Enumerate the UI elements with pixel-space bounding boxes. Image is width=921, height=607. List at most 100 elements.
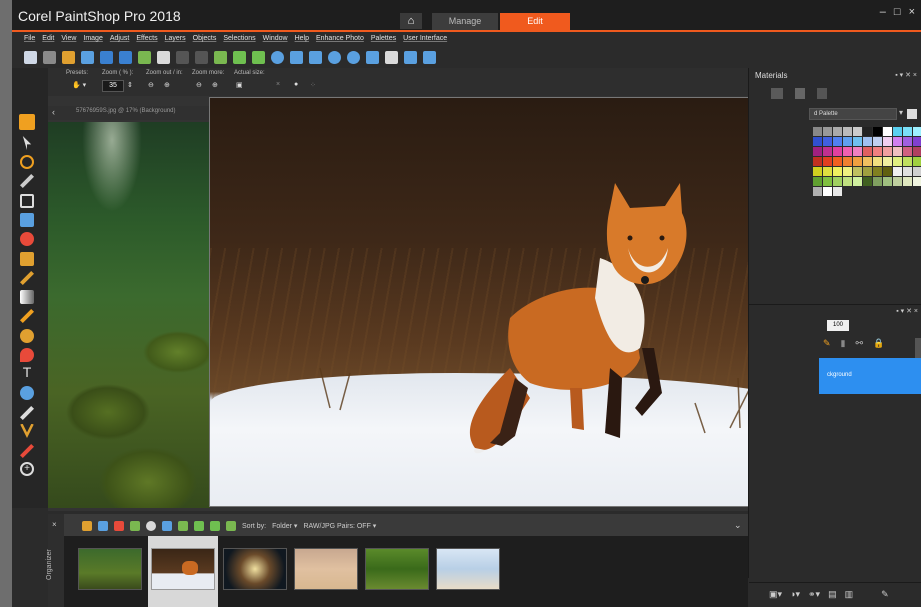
tag-icon[interactable] bbox=[114, 521, 124, 531]
minimize-button[interactable]: – bbox=[880, 6, 886, 18]
full-screen-icon[interactable] bbox=[366, 50, 379, 64]
warp-brush-icon[interactable] bbox=[20, 424, 34, 438]
color-swatch[interactable] bbox=[823, 137, 832, 146]
color-swatch[interactable] bbox=[913, 147, 921, 156]
opacity-input[interactable]: 100 bbox=[827, 320, 849, 331]
apply-icon[interactable]: ● bbox=[294, 81, 298, 91]
lock-icon[interactable]: 🔒 bbox=[873, 338, 884, 349]
menu-help[interactable]: Help bbox=[295, 32, 309, 46]
rotate-left-organizer-icon[interactable] bbox=[194, 521, 204, 531]
color-swatch[interactable] bbox=[813, 167, 822, 176]
color-swatch[interactable] bbox=[893, 137, 902, 146]
mask-icon[interactable]: ▮ bbox=[841, 338, 846, 349]
color-swatch[interactable] bbox=[833, 147, 842, 156]
color-swatch[interactable] bbox=[843, 167, 852, 176]
zoom-out-button[interactable]: ⊖ bbox=[148, 81, 154, 91]
color-swatch[interactable] bbox=[823, 127, 832, 136]
color-swatch[interactable] bbox=[903, 177, 912, 186]
color-swatch[interactable] bbox=[863, 157, 872, 166]
eraser-tool-icon[interactable] bbox=[20, 444, 34, 458]
fill-tool-icon[interactable] bbox=[20, 348, 34, 362]
color-swatch[interactable] bbox=[873, 137, 882, 146]
color-swatch[interactable] bbox=[813, 137, 822, 146]
color-swatch[interactable] bbox=[823, 167, 832, 176]
color-swatch[interactable] bbox=[843, 147, 852, 156]
fit-image-icon[interactable] bbox=[309, 50, 322, 64]
palette-dropdown[interactable]: d Palette bbox=[809, 108, 897, 120]
copy-icon[interactable] bbox=[385, 50, 398, 64]
menu-adjust[interactable]: Adjust bbox=[110, 32, 129, 46]
new-layer-icon[interactable]: ▣▾ bbox=[769, 589, 782, 600]
thumbnail-sunlit-cave[interactable] bbox=[223, 548, 287, 590]
close-button[interactable]: × bbox=[909, 6, 915, 18]
clone-brush-icon[interactable] bbox=[20, 271, 34, 285]
color-swatch[interactable] bbox=[883, 127, 892, 136]
color-swatch[interactable] bbox=[863, 147, 872, 156]
layers-scrollbar[interactable] bbox=[915, 338, 921, 358]
rotate-right-icon[interactable] bbox=[252, 50, 265, 64]
color-swatch[interactable] bbox=[813, 187, 822, 196]
pan-tool-icon[interactable] bbox=[19, 114, 35, 130]
menu-view[interactable]: View bbox=[61, 32, 76, 46]
color-swatch[interactable] bbox=[843, 157, 852, 166]
navigation-icon[interactable] bbox=[82, 521, 92, 531]
color-swatch[interactable] bbox=[903, 127, 912, 136]
view-mode-icon[interactable] bbox=[98, 521, 108, 531]
menu-window[interactable]: Window bbox=[263, 32, 288, 46]
cancel-icon[interactable]: × bbox=[276, 81, 280, 91]
sort-by-dropdown[interactable]: Folder ▾ bbox=[272, 522, 297, 530]
delete-layer-icon[interactable]: ▥ bbox=[845, 589, 854, 600]
color-swatch[interactable] bbox=[903, 167, 912, 176]
color-swatch[interactable] bbox=[863, 127, 872, 136]
share-organizer-icon[interactable] bbox=[178, 521, 188, 531]
color-swatch[interactable] bbox=[823, 177, 832, 186]
scan-icon[interactable] bbox=[81, 50, 94, 64]
print-icon[interactable] bbox=[157, 50, 170, 64]
zoom-more-out-button[interactable]: ⊖ bbox=[196, 81, 202, 91]
color-swatch[interactable] bbox=[823, 187, 832, 196]
color-swatch[interactable] bbox=[843, 137, 852, 146]
save-as-icon[interactable] bbox=[119, 50, 132, 64]
info-icon[interactable] bbox=[271, 50, 284, 64]
color-swatch[interactable] bbox=[893, 147, 902, 156]
color-swatch[interactable] bbox=[853, 167, 862, 176]
color-swatch[interactable] bbox=[833, 167, 842, 176]
color-swatch[interactable] bbox=[903, 147, 912, 156]
makeover-tool-icon[interactable] bbox=[20, 252, 34, 266]
color-swatch[interactable] bbox=[873, 127, 882, 136]
color-swatch[interactable] bbox=[853, 127, 862, 136]
swatches-tab-icon[interactable] bbox=[771, 88, 783, 99]
map-icon[interactable] bbox=[162, 521, 172, 531]
zoom-stepper[interactable]: ⇕ bbox=[127, 81, 133, 91]
chevron-down-icon[interactable]: ▾ bbox=[899, 108, 903, 117]
color-swatch[interactable] bbox=[833, 177, 842, 186]
shape-tool-icon[interactable] bbox=[20, 386, 34, 400]
tab-manage[interactable]: Manage bbox=[432, 13, 498, 30]
color-swatch[interactable] bbox=[863, 137, 872, 146]
add-tool-icon[interactable]: + bbox=[20, 462, 34, 476]
close-icon[interactable]: × bbox=[52, 520, 57, 529]
zoom-more-in-button[interactable]: ⊕ bbox=[212, 81, 218, 91]
straighten-tool-icon[interactable] bbox=[20, 213, 34, 227]
options-icon[interactable]: ⁘ bbox=[310, 81, 316, 91]
raw-jpg-pairs-toggle[interactable]: RAW/JPG Pairs: OFF ▾ bbox=[303, 522, 376, 530]
home-icon[interactable]: ⌂ bbox=[400, 13, 422, 29]
color-swatch[interactable] bbox=[813, 147, 822, 156]
color-swatch[interactable] bbox=[893, 157, 902, 166]
color-swatch[interactable] bbox=[883, 147, 892, 156]
presets-dropdown[interactable]: ✋ ▾ bbox=[72, 81, 86, 91]
new-file-icon[interactable] bbox=[24, 50, 37, 64]
chevron-left-icon[interactable]: ‹ bbox=[52, 107, 55, 117]
open-folder-icon[interactable] bbox=[62, 50, 75, 64]
rainbow-tab-icon[interactable] bbox=[795, 88, 805, 99]
properties-icon[interactable]: ✎ bbox=[881, 589, 889, 600]
color-swatch[interactable] bbox=[813, 127, 822, 136]
share-icon[interactable] bbox=[138, 50, 151, 64]
rotate-right-organizer-icon[interactable] bbox=[210, 521, 220, 531]
menu-enhance-photo[interactable]: Enhance Photo bbox=[316, 32, 364, 46]
palette-menu-icon[interactable] bbox=[907, 109, 917, 119]
pen-tool-icon[interactable] bbox=[20, 406, 34, 420]
menu-objects[interactable]: Objects bbox=[193, 32, 217, 46]
color-swatch[interactable] bbox=[843, 127, 852, 136]
color-swatch[interactable] bbox=[873, 157, 882, 166]
